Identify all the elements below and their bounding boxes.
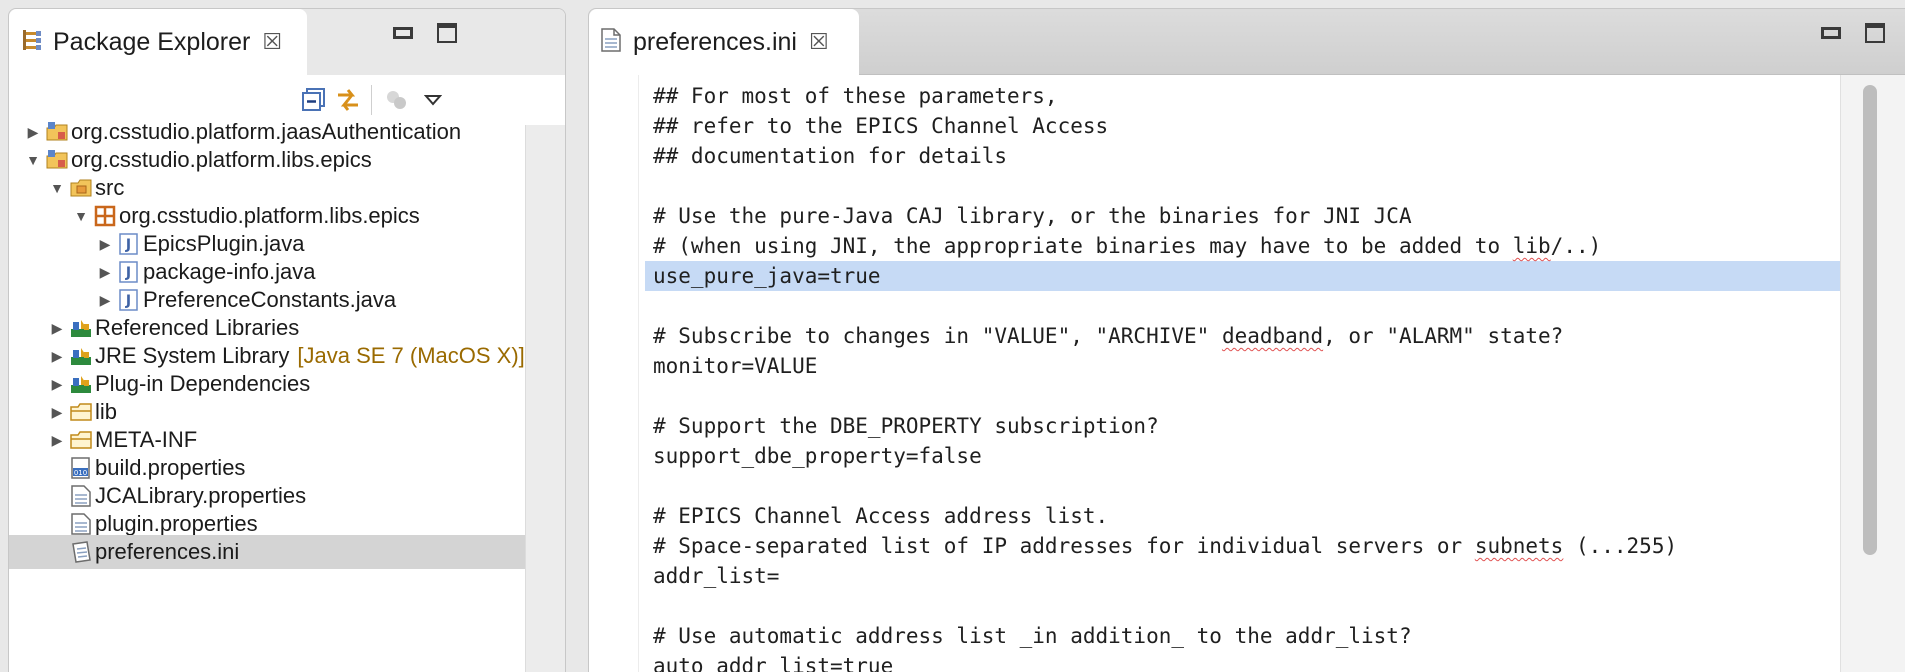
collapse-all-icon[interactable] [299, 85, 329, 115]
tree-item-label: src [95, 175, 125, 200]
package-explorer-scroll-gutter[interactable] [525, 125, 565, 672]
tab-preferences-ini[interactable]: preferences.ini ☒ [589, 9, 859, 75]
code-line[interactable]: # Space-separated list of IP addresses f… [645, 531, 1840, 561]
text-file-icon [69, 512, 93, 536]
view-menu-icon[interactable] [421, 85, 445, 115]
svg-text:010: 010 [74, 469, 87, 477]
tree-item-decoration: [Java SE 7 (MacOS X)] [297, 343, 525, 368]
code-line[interactable]: auto_addr_list=true [645, 651, 1840, 672]
java-file-icon: J [117, 288, 141, 312]
svg-text:J: J [125, 293, 131, 309]
folder-icon [69, 428, 93, 452]
tree-item-label: JCALibrary.properties [95, 483, 307, 508]
close-icon[interactable]: ☒ [262, 30, 282, 55]
tree-item-label: preferences.ini [95, 539, 240, 564]
code-line[interactable]: # Use the pure-Java CAJ library, or the … [645, 201, 1840, 231]
package-icon [93, 204, 117, 228]
code-line[interactable]: # EPICS Channel Access address list. [645, 501, 1840, 531]
library-icon [69, 372, 93, 396]
toolbar-separator [371, 85, 372, 115]
properties-file-icon: 010 [69, 456, 93, 480]
spelling-error[interactable]: deadband [1222, 324, 1323, 348]
svg-text:J: J [125, 265, 131, 281]
code-line[interactable]: # (when using JNI, the appropriate binar… [645, 231, 1840, 261]
code-line[interactable]: # Use automatic address list _in additio… [645, 621, 1840, 651]
editor-panel: preferences.ini ☒ ## For most of these p… [588, 8, 1905, 672]
minimize-icon[interactable] [393, 27, 413, 39]
code-line[interactable]: support_dbe_property=false [645, 441, 1840, 471]
svg-text:J: J [125, 237, 131, 253]
tree-item-label: org.csstudio.platform.libs.epics [119, 203, 420, 228]
java-file-icon: J [117, 260, 141, 284]
tree-item-label: JRE System Library [95, 343, 290, 368]
tree-item[interactable]: preferences.ini [9, 535, 525, 569]
code-line[interactable]: ## For most of these parameters, [645, 81, 1840, 111]
package-explorer-window-controls [393, 23, 457, 43]
java-file-icon: J [117, 232, 141, 256]
library-icon [69, 344, 93, 368]
plugin-project-icon [45, 148, 69, 172]
library-icon [69, 316, 93, 340]
package-explorer-tab-label: Package Explorer [53, 27, 251, 56]
editor-vertical-scrollbar[interactable] [1840, 75, 1905, 672]
tree-item-label: org.csstudio.platform.libs.epics [71, 147, 372, 172]
editor-ruler [589, 75, 639, 672]
ini-file-icon [69, 540, 93, 564]
package-explorer-icon [21, 28, 43, 56]
code-line[interactable]: # Support the DBE_PROPERTY subscription? [645, 411, 1840, 441]
code-area[interactable]: ## For most of these parameters, ## refer… [645, 81, 1840, 672]
tree-item-label: Referenced Libraries [95, 315, 300, 340]
plugin-project-icon [45, 120, 69, 144]
minimize-icon[interactable] [1821, 27, 1841, 39]
spelling-error[interactable]: subnets [1475, 534, 1564, 558]
tree-item-label: META-INF [95, 427, 198, 452]
text-file-icon [69, 484, 93, 508]
code-line[interactable]: ## refer to the EPICS Channel Access [645, 111, 1840, 141]
package-explorer-tree: ▶ org.csstudio.platform.jaasAuthenticatio… [9, 119, 525, 672]
editor-window-controls [1821, 23, 1885, 43]
code-line[interactable]: ## documentation for details [645, 141, 1840, 171]
text-file-icon [601, 28, 621, 56]
tree-item-label: EpicsPlugin.java [143, 231, 305, 256]
maximize-icon[interactable] [437, 23, 457, 43]
tree-item-label: PreferenceConstants.java [143, 287, 397, 312]
code-line[interactable]: ​ [645, 591, 1840, 621]
tree-item-label: build.properties [95, 455, 246, 480]
code-line[interactable]: # Subscribe to changes in "VALUE", "ARCH… [645, 321, 1840, 351]
code-line[interactable]: ​ [645, 471, 1840, 501]
package-explorer-tabbar: Package Explorer ☒ [9, 9, 565, 75]
scrollbar-thumb[interactable] [1863, 85, 1877, 555]
editor-body: ## For most of these parameters, ## refer… [589, 75, 1905, 672]
tree-item-label: org.csstudio.platform.jaasAuthentication [71, 119, 462, 144]
code-line[interactable]: monitor=VALUE [645, 351, 1840, 381]
code-line[interactable]: ​ [645, 291, 1840, 321]
editor-tab-label: preferences.ini [633, 27, 797, 56]
package-explorer-panel: Package Explorer ☒ ▶ org.csstudio.platfo… [8, 8, 566, 672]
tree-item-label: plugin.properties [95, 511, 258, 536]
spelling-error[interactable]: lib [1513, 234, 1551, 258]
folder-icon [69, 400, 93, 424]
tree-item-label: package-info.java [143, 259, 316, 284]
maximize-icon[interactable] [1865, 23, 1885, 43]
link-with-editor-icon[interactable] [333, 85, 363, 115]
source-folder-icon [69, 176, 93, 200]
code-line[interactable]: ​ [645, 381, 1840, 411]
code-line[interactable]: ​ [645, 171, 1840, 201]
editor-tabbar: preferences.ini ☒ [589, 9, 1905, 75]
focus-on-task-icon[interactable] [381, 85, 411, 115]
close-icon[interactable]: ☒ [809, 30, 829, 55]
code-line-current[interactable]: use_pure_java=true [645, 261, 1840, 291]
tree-item-label: Plug-in Dependencies [95, 371, 311, 396]
code-line[interactable]: addr_list= [645, 561, 1840, 591]
tree-item-label: lib [95, 399, 118, 424]
tab-package-explorer[interactable]: Package Explorer ☒ [9, 9, 307, 75]
